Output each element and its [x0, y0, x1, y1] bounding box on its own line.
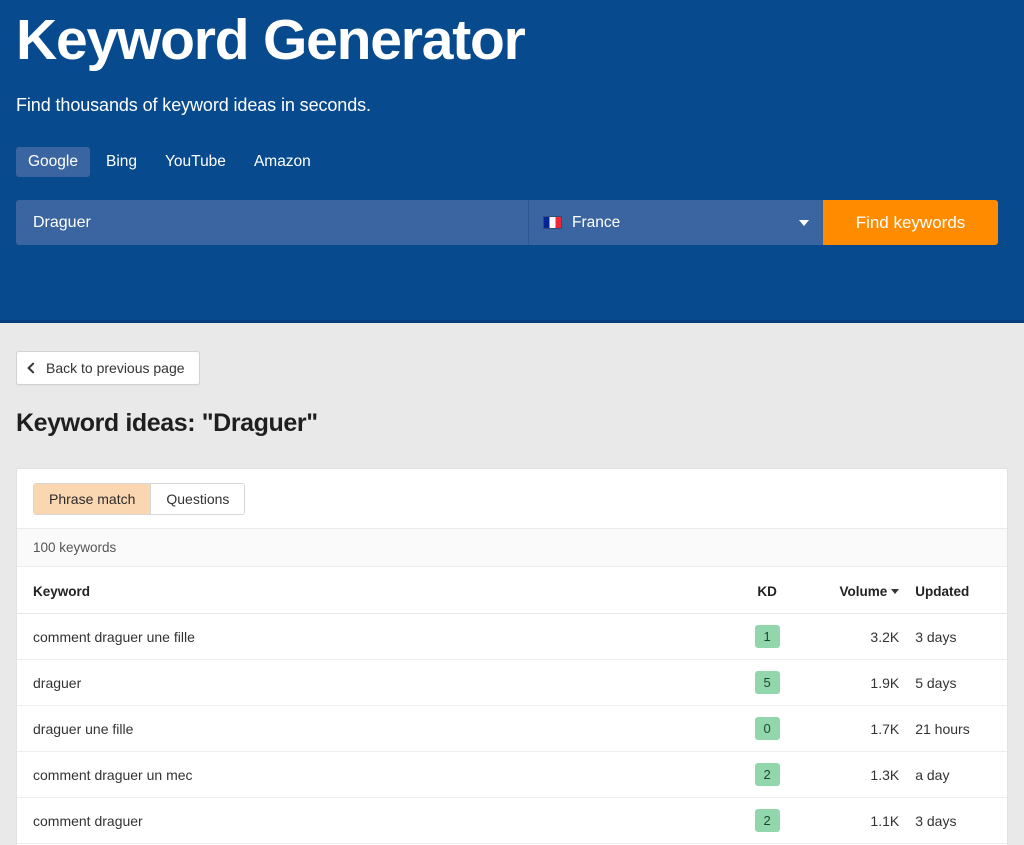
cell-volume: 1.9K	[805, 659, 900, 706]
results-card: Phrase match Questions 100 keywords Keyw…	[16, 468, 1008, 845]
column-header-volume-label: Volume	[839, 584, 888, 599]
sort-descending-icon	[891, 589, 900, 594]
back-to-previous-page-button[interactable]: Back to previous page	[16, 351, 200, 385]
flag-france-icon	[543, 216, 562, 229]
cell-kd: 5	[728, 659, 806, 706]
cell-volume: 1.1K	[805, 797, 900, 844]
match-type-group: Phrase match Questions	[33, 483, 246, 515]
cell-updated: 21 hours	[899, 705, 1007, 752]
country-select[interactable]: France	[528, 200, 823, 245]
match-type-bar: Phrase match Questions	[17, 469, 1007, 528]
results-heading: Keyword ideas: "Draguer"	[16, 409, 318, 437]
cell-keyword[interactable]: comment draguer une fille	[17, 613, 729, 660]
cell-kd: 1	[728, 613, 806, 660]
chevron-left-icon	[27, 361, 39, 374]
search-bar: France Find keywords	[16, 200, 998, 245]
table-row: comment draguer une fille 1 3.2K 3 days	[17, 613, 1007, 660]
cell-kd: 2	[728, 751, 806, 798]
tab-youtube[interactable]: YouTube	[153, 147, 238, 177]
cell-kd: 0	[728, 705, 806, 752]
tab-amazon[interactable]: Amazon	[242, 147, 323, 177]
cell-keyword[interactable]: draguer une fille	[17, 705, 729, 752]
page-subtitle: Find thousands of keyword ideas in secon…	[16, 95, 371, 115]
cell-updated: 3 days	[899, 613, 1007, 660]
back-button-label: Back to previous page	[46, 360, 185, 376]
column-header-volume[interactable]: Volume	[805, 567, 900, 614]
table-row: draguer une fille 0 1.7K 21 hours	[17, 705, 1007, 752]
main-content: Back to previous page Keyword ideas: "Dr…	[0, 323, 1024, 845]
column-header-keyword[interactable]: Keyword	[17, 567, 729, 614]
cell-keyword[interactable]: comment draguer un mec	[17, 751, 729, 798]
cell-updated: 5 days	[899, 659, 1007, 706]
cell-updated: a day	[899, 751, 1007, 798]
keyword-count-label: 100 keywords	[17, 528, 1007, 567]
find-keywords-button[interactable]: Find keywords	[823, 200, 998, 245]
keyword-table: Keyword KD Volume Updated comment drague…	[17, 567, 1007, 845]
table-row: comment draguer 2 1.1K 3 days	[17, 797, 1007, 844]
kd-badge: 2	[754, 763, 780, 786]
table-header-row: Keyword KD Volume Updated	[17, 567, 1007, 614]
kd-badge: 1	[754, 625, 780, 648]
table-body: comment draguer une fille 1 3.2K 3 days drag…	[17, 613, 1007, 845]
page-title: Keyword Generator	[16, 8, 526, 72]
hero-header: Keyword Generator Find thousands of keyw…	[0, 0, 1024, 323]
country-select-value: France	[572, 213, 621, 231]
tab-phrase-match[interactable]: Phrase match	[34, 484, 151, 514]
table-row: comment draguer un mec 2 1.3K a day	[17, 751, 1007, 798]
kd-badge: 5	[754, 671, 780, 694]
cell-volume: 3.2K	[805, 613, 900, 660]
kd-badge: 0	[754, 717, 780, 740]
keyword-search-input[interactable]	[16, 200, 528, 245]
tab-bing[interactable]: Bing	[94, 147, 149, 177]
column-header-kd[interactable]: KD	[728, 567, 806, 614]
tab-questions[interactable]: Questions	[150, 484, 245, 514]
cell-updated: 3 days	[899, 797, 1007, 844]
cell-kd: 2	[728, 797, 806, 844]
engine-tab-list: Google Bing YouTube Amazon	[16, 147, 1008, 177]
column-header-updated[interactable]: Updated	[899, 567, 1007, 614]
cell-keyword[interactable]: comment draguer	[17, 797, 729, 844]
chevron-down-icon	[799, 219, 809, 226]
kd-badge: 2	[754, 809, 780, 832]
cell-volume: 1.3K	[805, 751, 900, 798]
cell-keyword[interactable]: draguer	[17, 659, 729, 706]
table-row: draguer 5 1.9K 5 days	[17, 659, 1007, 706]
tab-google[interactable]: Google	[16, 147, 90, 177]
cell-volume: 1.7K	[805, 705, 900, 752]
table-header: Keyword KD Volume Updated	[17, 567, 1007, 614]
